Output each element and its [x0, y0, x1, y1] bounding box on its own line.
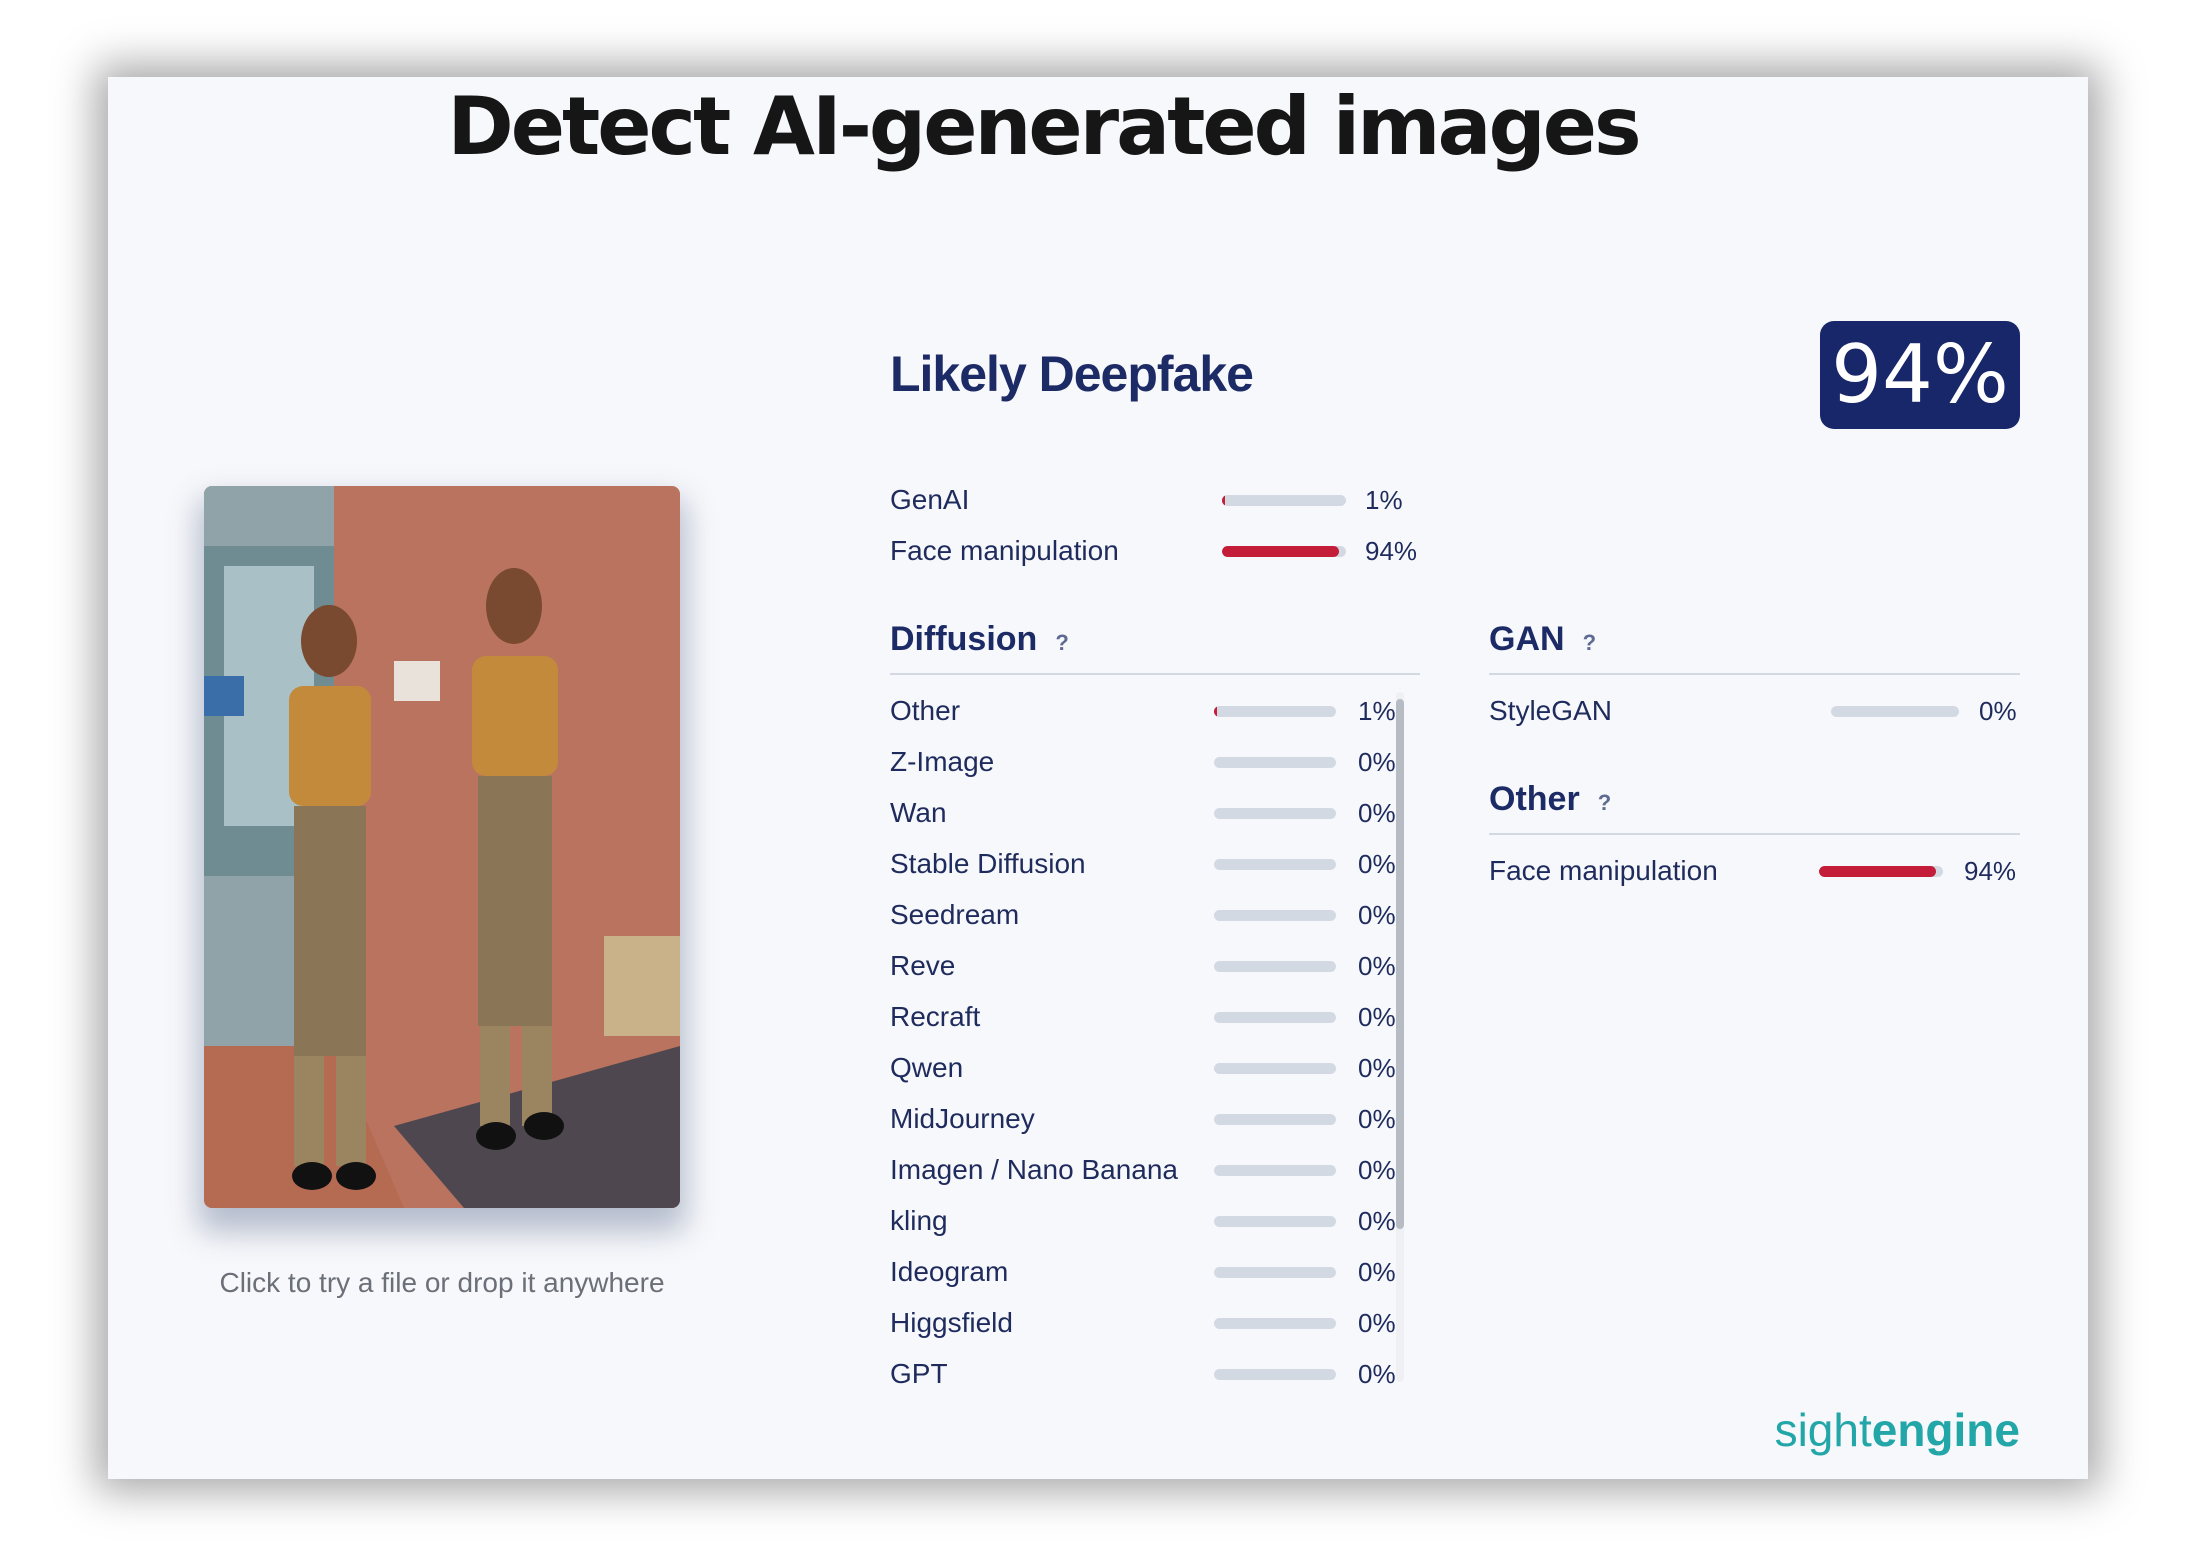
score-bar-fill: [1222, 546, 1339, 557]
score-value: 0%: [1358, 900, 1396, 930]
uploaded-image[interactable]: [204, 486, 680, 1208]
score-label: Stable Diffusion: [890, 848, 1086, 879]
score-bar: [1214, 1216, 1336, 1227]
score-value: 1%: [1365, 485, 1403, 515]
score-row: Other 1%: [890, 691, 1396, 731]
score-label: MidJourney: [890, 1103, 1035, 1134]
score-bar: [1214, 1318, 1336, 1329]
score-bar: [1214, 961, 1336, 972]
score-bar: [1214, 706, 1336, 717]
score-value: 0%: [1358, 849, 1396, 879]
score-row: Face manipulation 94%: [1489, 851, 2020, 891]
score-label: Higgsfield: [890, 1307, 1013, 1338]
help-icon[interactable]: ?: [1598, 790, 1611, 815]
score-label: kling: [890, 1205, 948, 1236]
score-row: StyleGAN 0%: [1489, 691, 2020, 731]
score-label: Ideogram: [890, 1256, 1009, 1287]
section-gan-title: GAN: [1489, 620, 1565, 658]
uploaded-photo: [204, 486, 680, 1208]
score-value: 0%: [1358, 1104, 1396, 1134]
score-value: 0%: [1358, 951, 1396, 981]
score-value: 0%: [1358, 798, 1396, 828]
score-label: Wan: [890, 797, 947, 828]
score-bar: [1222, 546, 1346, 557]
score-label: Face manipulation: [1489, 855, 1718, 886]
score-value: 0%: [1358, 1359, 1396, 1389]
score-bar: [1831, 706, 1959, 717]
score-bar: [1214, 859, 1336, 870]
score-bar: [1819, 866, 1943, 877]
score-row: GenAI 1%: [890, 480, 1450, 520]
score-label: GPT: [890, 1358, 948, 1389]
score-row: Z-Image 0%: [890, 742, 1396, 782]
score-row: Imagen / Nano Banana 0%: [890, 1150, 1396, 1190]
score-value: 0%: [1358, 1155, 1396, 1185]
score-bar: [1214, 910, 1336, 921]
score-bar: [1214, 1267, 1336, 1278]
score-label: Z-Image: [890, 746, 995, 777]
score-label: Seedream: [890, 899, 1020, 930]
app-window: Detect AI-generated images Click to try …: [108, 77, 2088, 1479]
score-value: 94%: [1964, 856, 2017, 886]
score-label: GenAI: [890, 484, 970, 515]
score-row: GPT 0%: [890, 1354, 1396, 1394]
score-badge: 94%: [1820, 321, 2020, 429]
score-row: Qwen 0%: [890, 1048, 1396, 1088]
score-row: Stable Diffusion 0%: [890, 844, 1396, 884]
score-value: 0%: [1358, 1308, 1396, 1338]
score-value: 1%: [1358, 696, 1396, 726]
score-row: Seedream 0%: [890, 895, 1396, 935]
score-bar: [1214, 1369, 1336, 1380]
score-bar: [1214, 757, 1336, 768]
brand-bold: engine: [1871, 1404, 2020, 1456]
score-value: 94%: [1365, 536, 1418, 566]
score-bar: [1214, 1165, 1336, 1176]
score-value: 0%: [1358, 1002, 1396, 1032]
score-value: 0%: [1358, 1257, 1396, 1287]
score-row: Reve 0%: [890, 946, 1396, 986]
section-diffusion-title: Diffusion: [890, 620, 1038, 658]
score-label: StyleGAN: [1489, 695, 1612, 726]
brand-light: sight: [1774, 1404, 1872, 1456]
score-row: Recraft 0%: [890, 997, 1396, 1037]
section-other-title: Other: [1489, 780, 1580, 818]
score-bar: [1214, 1114, 1336, 1125]
score-label: Imagen / Nano Banana: [890, 1154, 1178, 1185]
score-label: Recraft: [890, 1001, 981, 1032]
score-bar: [1214, 1012, 1336, 1023]
score-value: 0%: [1979, 696, 2017, 726]
page-title: Detect AI-generated images: [447, 80, 1641, 173]
score-bar-fill: [1214, 706, 1217, 717]
score-value: 0%: [1358, 747, 1396, 777]
verdict-label: Likely Deepfake: [890, 346, 1254, 402]
section-gan: GAN?: [1489, 620, 2020, 675]
score-label: Reve: [890, 950, 956, 981]
score-label: Face manipulation: [890, 535, 1119, 566]
scrollbar-thumb[interactable]: [1396, 699, 1404, 1229]
help-icon[interactable]: ?: [1055, 630, 1068, 655]
score-bar: [1222, 495, 1346, 506]
score-bar: [1214, 808, 1336, 819]
score-value: 0%: [1358, 1206, 1396, 1236]
score-bar-fill: [1222, 495, 1225, 506]
score-value: 0%: [1358, 1053, 1396, 1083]
score-row: Higgsfield 0%: [890, 1303, 1396, 1343]
score-label: Other: [890, 695, 961, 726]
section-diffusion: Diffusion?: [890, 620, 1420, 675]
brand-logo[interactable]: sightengine: [1775, 1403, 2020, 1457]
score-row: kling 0%: [890, 1201, 1396, 1241]
help-icon[interactable]: ?: [1583, 630, 1596, 655]
score-row: MidJourney 0%: [890, 1099, 1396, 1139]
score-bar-fill: [1819, 866, 1936, 877]
score-row: Face manipulation 94%: [890, 531, 1450, 571]
score-row: Wan 0%: [890, 793, 1396, 833]
score-label: Qwen: [890, 1052, 964, 1083]
score-row: Ideogram 0%: [890, 1252, 1396, 1292]
drop-hint[interactable]: Click to try a file or drop it anywhere: [204, 1267, 680, 1299]
section-other: Other?: [1489, 780, 2020, 835]
score-bar: [1214, 1063, 1336, 1074]
